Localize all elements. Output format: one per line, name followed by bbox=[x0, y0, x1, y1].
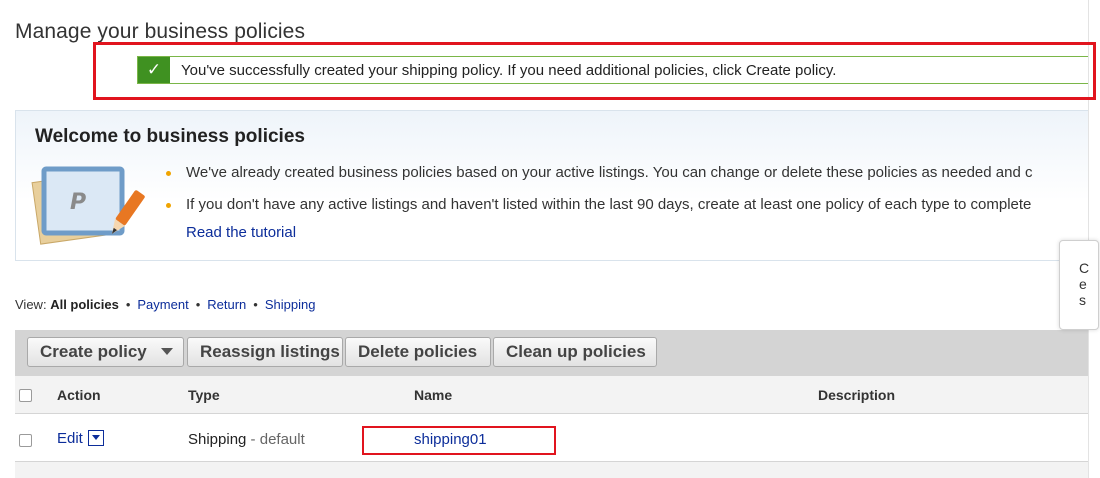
page-title: Manage your business policies bbox=[15, 20, 306, 44]
success-highlight-box bbox=[93, 42, 1096, 100]
welcome-bullet: We've already created business policies … bbox=[166, 163, 1032, 195]
view-return-link[interactable]: Return bbox=[207, 297, 246, 312]
view-payment-link[interactable]: Payment bbox=[137, 297, 188, 312]
column-header-action: Action bbox=[57, 387, 101, 403]
popup-line: e bbox=[1079, 276, 1087, 292]
policy-toolbar: Create policy Reassign listings Delete p… bbox=[15, 330, 1088, 376]
name-highlight-box bbox=[362, 426, 556, 455]
welcome-title: Welcome to business policies bbox=[35, 126, 305, 147]
select-all-checkbox[interactable] bbox=[19, 389, 32, 402]
row-checkbox[interactable] bbox=[19, 434, 32, 447]
policy-illustration-icon: P bbox=[31, 166, 145, 245]
welcome-bullet: If you don't have any active listings an… bbox=[166, 195, 1032, 227]
column-header-type: Type bbox=[188, 387, 220, 403]
create-policy-label: Create policy bbox=[40, 342, 147, 361]
edit-policy-link[interactable]: Edit bbox=[57, 430, 83, 447]
column-header-name: Name bbox=[414, 387, 453, 403]
chevron-down-icon bbox=[160, 348, 173, 356]
popup-text: C e s bbox=[1079, 260, 1098, 308]
policy-type: Shipping bbox=[188, 431, 247, 448]
table-header: Action Type Name Description bbox=[15, 376, 1088, 414]
delete-policies-button[interactable]: Delete policies bbox=[345, 337, 491, 367]
read-tutorial-link[interactable]: Read the tutorial bbox=[186, 224, 296, 241]
policy-type-cell: Shipping - default bbox=[188, 431, 305, 448]
popup-line: s bbox=[1079, 292, 1086, 308]
clean-up-policies-button[interactable]: Clean up policies bbox=[493, 337, 657, 367]
policy-default-tag: - default bbox=[246, 431, 305, 448]
view-label: View: bbox=[15, 297, 47, 312]
welcome-panel: Welcome to business policies P We've alr… bbox=[15, 110, 1088, 261]
reassign-listings-button[interactable]: Reassign listings bbox=[187, 337, 343, 367]
welcome-bullets: We've already created business policies … bbox=[166, 163, 1032, 227]
side-popup[interactable]: C e s bbox=[1059, 240, 1099, 330]
view-filter: View: All policies • Payment • Return • Shippi… bbox=[15, 297, 316, 312]
edit-dropdown-icon[interactable] bbox=[88, 430, 104, 446]
view-all-policies: All policies bbox=[50, 297, 119, 312]
view-shipping-link[interactable]: Shipping bbox=[265, 297, 316, 312]
table-row-next bbox=[15, 462, 1088, 478]
create-policy-button[interactable]: Create policy bbox=[27, 337, 184, 367]
column-header-description: Description bbox=[818, 387, 896, 403]
illustration-letter: P bbox=[70, 190, 86, 215]
popup-line: C bbox=[1079, 260, 1090, 276]
